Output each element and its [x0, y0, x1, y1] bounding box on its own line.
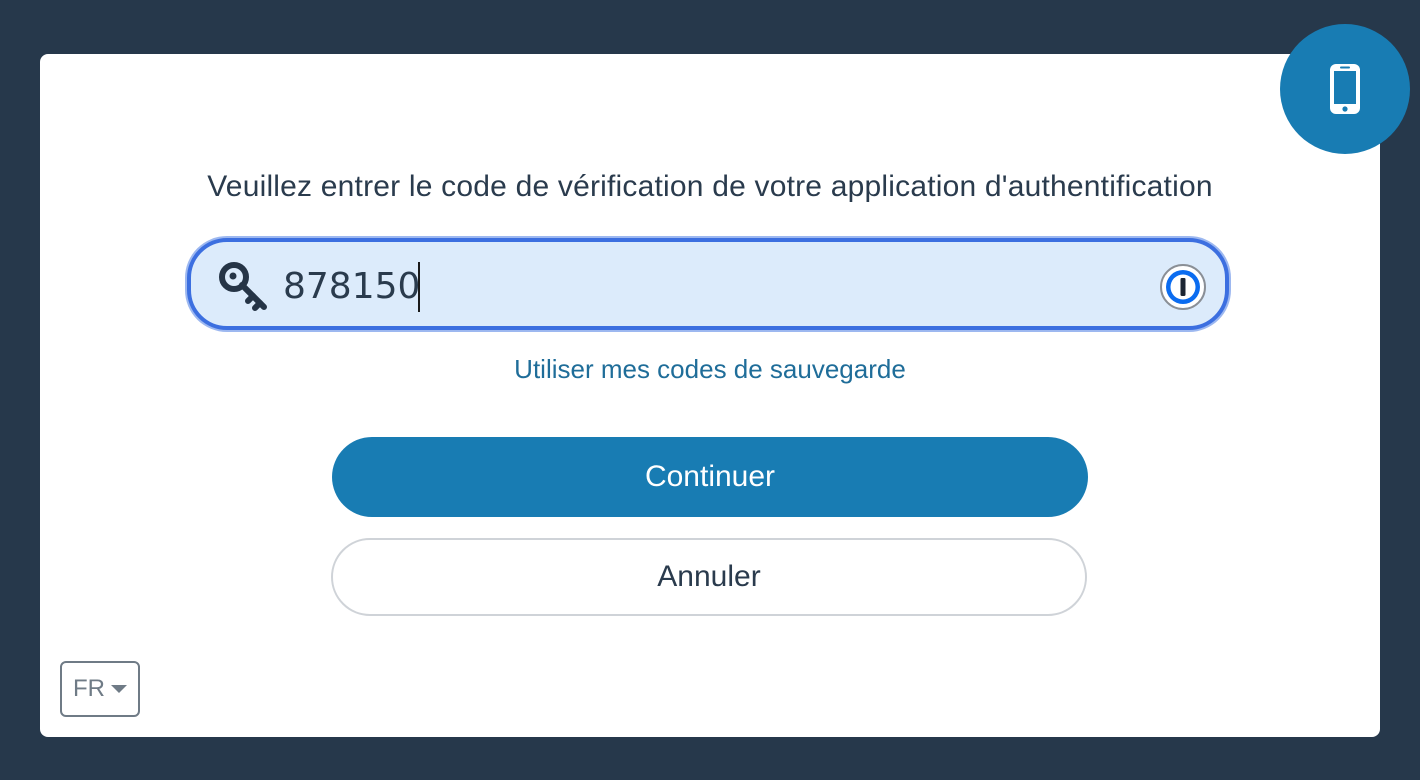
text-caret: [418, 262, 420, 312]
language-select[interactable]: FR: [60, 661, 140, 717]
1password-icon[interactable]: [1159, 263, 1207, 311]
key-icon: [219, 262, 267, 311]
chevron-down-icon: [111, 685, 127, 693]
mobile-phone-icon: [1330, 64, 1360, 114]
cancel-button[interactable]: Annuler: [331, 538, 1087, 616]
continue-button[interactable]: Continuer: [332, 437, 1088, 517]
verification-code-field[interactable]: [187, 238, 1229, 330]
verification-instructions: Veuillez entrer le code de vérification …: [207, 170, 1213, 203]
verification-code-input[interactable]: [283, 258, 1143, 314]
use-backup-codes-link[interactable]: Utiliser mes codes de sauvegarde: [0, 354, 1420, 385]
phone-badge: [1280, 24, 1410, 154]
verification-card: [40, 54, 1380, 737]
language-select-value: FR: [73, 675, 105, 702]
